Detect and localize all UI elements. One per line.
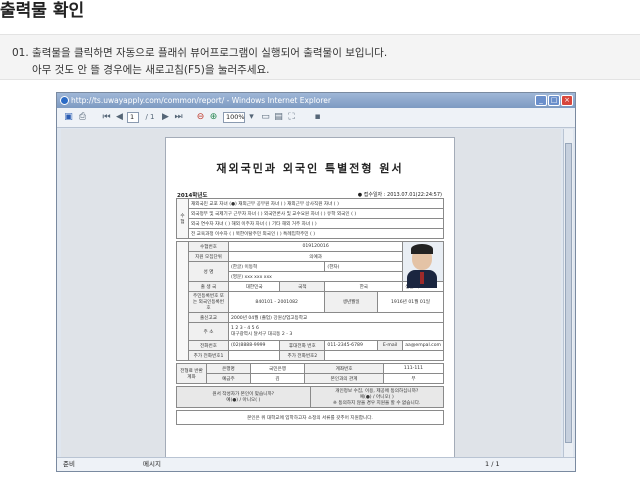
status-bar: 준비 메시지 1 / 1 xyxy=(57,457,575,471)
check-row: 전 교육과정 이수자 ( ) 북한이탈주민 외국인 ( ) 특례입학주민 ( ) xyxy=(188,228,444,239)
footer-table: 본인은 위 대학교에 입학하고자 소정의 서류를 갖추어 지원합니다. xyxy=(176,410,444,425)
zoom-in-icon[interactable]: ⊕ xyxy=(208,112,219,123)
account: 111-111 xyxy=(382,363,445,374)
phone: (02)8888-9999 xyxy=(227,340,281,351)
mobile: 011-2345-6789 xyxy=(324,340,378,351)
dept: 의예과 xyxy=(227,251,404,262)
first-page-icon[interactable]: ⏮ xyxy=(101,112,112,123)
browser-titlebar[interactable]: http://ts.uwayapply.com/common/report/ -… xyxy=(57,93,575,108)
chevron-down-icon[interactable]: ▾ xyxy=(246,112,257,123)
single-page-icon[interactable]: ▭ xyxy=(260,112,271,123)
extra-phone-2-label: 추가 전화번호2 xyxy=(279,350,326,361)
last-page-icon[interactable]: ⏭ xyxy=(173,112,184,123)
browser-window: http://ts.uwayapply.com/common/report/ -… xyxy=(56,92,576,472)
email-label: E-mail xyxy=(376,340,404,351)
holder: 김 xyxy=(249,373,306,384)
instruction-line-1: 01. 출력물을 클릭하면 자동으로 플래쉬 뷰어프로그램이 실행되어 출력물이… xyxy=(12,47,388,59)
fit-page-icon[interactable]: ⛶ xyxy=(286,112,297,123)
multi-page-icon[interactable]: ▤ xyxy=(273,112,284,123)
school: 2000년 04월 (졸업) 강원상업고등학교 xyxy=(228,312,444,323)
refund-table: 전형료 반환계좌 은행명 국민은행 계좌번호 111-111 예금주 김 본인과… xyxy=(176,363,445,384)
exam-no: 019120016 xyxy=(227,241,404,252)
browser-title: http://ts.uwayapply.com/common/report/ -… xyxy=(71,96,331,105)
applicant-photo xyxy=(402,241,444,288)
form-title: 재외국민과 외국인 특별전형 원서 xyxy=(216,162,404,175)
application-form[interactable]: 재외국민과 외국인 특별전형 원서 2014학년도 ● 접수일자 : 2013.… xyxy=(165,137,455,457)
email: aa@empal.com xyxy=(402,340,444,351)
maximize-button[interactable]: □ xyxy=(548,95,560,106)
name-ko: 이동혁 xyxy=(244,264,258,270)
page-title: 출력물 확인 xyxy=(0,1,85,21)
page-input[interactable]: 1 xyxy=(127,112,139,123)
school-label: 출신고교 xyxy=(188,312,229,323)
print-icon[interactable]: ⎙ xyxy=(77,112,88,123)
id-number: 840101 - 2001082 xyxy=(227,291,326,313)
status-ready: 준비 xyxy=(63,460,75,468)
id-label: 주민등록번호 또는 외국인등록번호 xyxy=(188,291,229,313)
zoom-select[interactable]: 100% xyxy=(223,112,245,123)
form-year: 2014학년도 xyxy=(177,193,208,199)
minimize-button[interactable]: _ xyxy=(535,95,547,106)
name-en: xxx xxx xxx xyxy=(244,274,272,280)
name-en-label: (영문) xyxy=(231,274,244,280)
extra-phone-1-label: 추가 전화번호1 xyxy=(188,350,229,361)
prev-page-icon[interactable]: ◀ xyxy=(114,112,125,123)
birth: 대한민국 xyxy=(227,281,281,292)
form-footer: 본인은 위 대학교에 입학하고자 소정의 서류를 갖추어 지원합니다. xyxy=(176,410,444,425)
instruction-line-2: 아무 것도 안 뜰 경우에는 새로고침(F5)을 눌러주세요. xyxy=(32,64,270,76)
consent-note: ※ 동의하지 않을 경우 지원을 할 수 없습니다. xyxy=(333,401,421,406)
name-hanja-label: (한자) xyxy=(324,261,404,272)
relation: 부 xyxy=(382,373,445,384)
qualification-table: 수험 재외국민 교포 자녀 (●) 재외근무 공무원 자녀 ( ) 재외근무 상사… xyxy=(176,198,444,239)
consent-a1: 예(●) / 아니오( ) xyxy=(226,398,261,403)
vertical-scrollbar[interactable] xyxy=(563,129,573,457)
report-viewport[interactable]: 재외국민과 외국인 특별전형 원서 2014학년도 ● 접수일자 : 2013.… xyxy=(61,129,561,457)
refund-label: 전형료 반환계좌 xyxy=(176,363,207,384)
account-label: 계좌번호 xyxy=(304,363,384,374)
save-icon[interactable]: ▣ xyxy=(63,112,74,123)
ie-icon xyxy=(60,96,69,105)
scroll-thumb[interactable] xyxy=(565,143,572,443)
birth-label: 출 생 국 xyxy=(188,281,229,292)
name-ko-label: (한글) xyxy=(231,264,244,270)
check-row: 재외국민 교포 자녀 (●) 재외근무 공무원 자녀 ( ) 재외근무 상사직원… xyxy=(188,198,444,209)
qualification-section-label: 수험 xyxy=(176,198,189,239)
instruction-box: 01. 출력물을 클릭하면 자동으로 플래쉬 뷰어프로그램이 실행되어 출력물이… xyxy=(0,34,640,80)
check-row: 외국 연수자 자녀 ( ) 해외 이주자 자녀 ( ) 기타 해외 거주 자녀 … xyxy=(188,218,444,229)
exam-no-label: 수험번호 xyxy=(188,241,229,252)
status-message: 메시지 xyxy=(143,460,161,468)
consent-table: 원서 작성자가 본인이 맞습니까? 예(●) / 아니오( ) 개인정보 수집, … xyxy=(176,386,444,408)
zoom-out-icon[interactable]: ⊖ xyxy=(195,112,206,123)
relation-label: 본인과의 관계 xyxy=(304,373,384,384)
bank-label: 은행명 xyxy=(206,363,251,374)
check-row: 외국정부 및 국제기구 근무자 자녀 ( ) 외국언론사 및 교수요원 자녀 (… xyxy=(188,208,444,219)
mobile-label: 휴대전화 번호 xyxy=(279,340,326,351)
holder-label: 예금주 xyxy=(206,373,251,384)
viewer-toolbar: ▣ ⎙ ⏮ ◀ 1 / 1 ▶ ⏭ ⊖ ⊕ 100% ▾ ▭ ▤ ⛶ ▪ xyxy=(57,108,575,128)
address: 대구광역시 달서구 대곡동 2 - 3 xyxy=(231,332,293,337)
nat: 한국 xyxy=(324,281,404,292)
options-icon[interactable]: ▪ xyxy=(312,112,323,123)
dob: 1916년 01월 01일 xyxy=(376,291,445,313)
status-page: 1 / 1 xyxy=(485,460,500,468)
bank: 국민은행 xyxy=(249,363,306,374)
name-label: 성 명 xyxy=(188,261,229,282)
phone-label: 전화번호 xyxy=(188,340,229,351)
next-page-icon[interactable]: ▶ xyxy=(160,112,171,123)
page-total: / 1 xyxy=(145,113,155,121)
close-button[interactable]: × xyxy=(561,95,573,106)
dept-label: 지원 모집단위 xyxy=(188,251,229,262)
address-label: 주 소 xyxy=(188,322,229,341)
nat-label: 국적 xyxy=(279,281,326,292)
applicant-table: 수험번호 019120016 지원 모집단위 의예과 성 명 (한글) 이동혁 … xyxy=(176,241,445,361)
receipt-date: ● 접수일자 : 2013.07.01(22:24:57) xyxy=(357,192,442,198)
dob-label: 생년월일 xyxy=(324,291,378,313)
